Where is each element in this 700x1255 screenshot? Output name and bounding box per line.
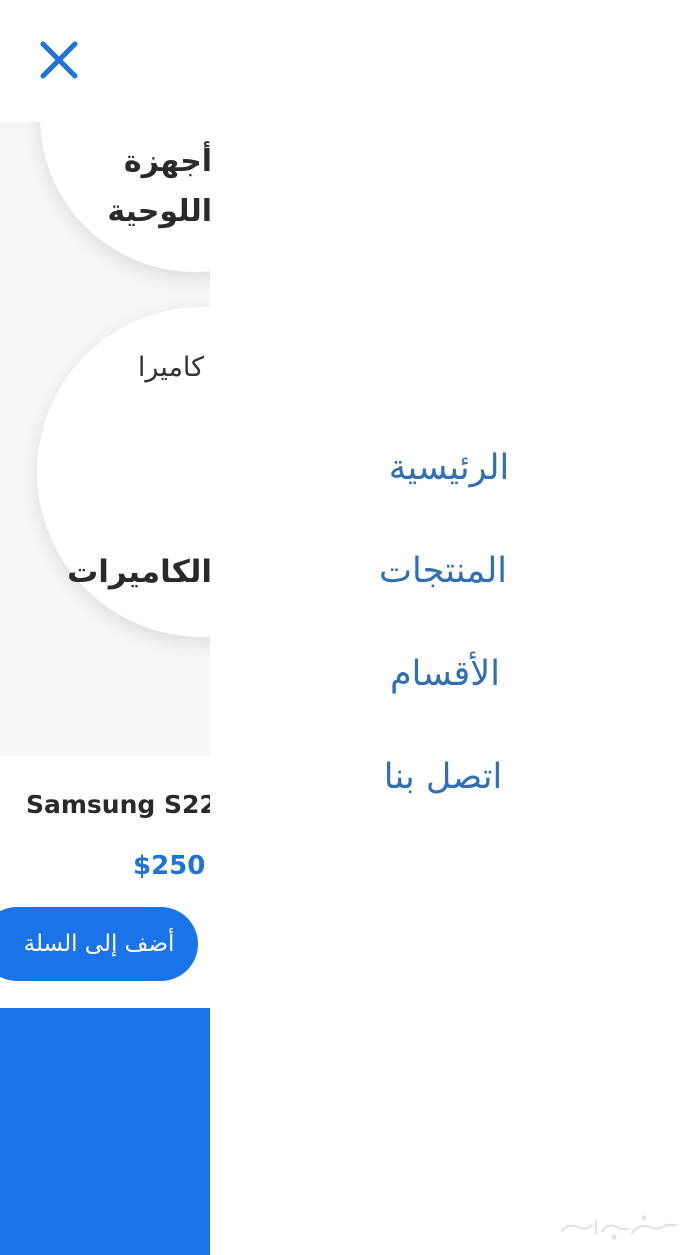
footer-banner [0,1008,210,1255]
category-title-line2: اللوحية [107,194,210,229]
side-menu: الرئيسية المنتجات الأقسام اتصل بنا [210,122,700,1255]
add-to-cart-label: أضف إلى السلة [23,931,175,957]
close-icon [40,41,78,79]
header [0,0,700,122]
category-subtitle: كاميرا [137,352,204,383]
categories-section: أجهزة اللوحية كاميرا الكاميرات [0,122,210,756]
menu-item-contact[interactable]: اتصل بنا [188,757,698,797]
menu-item-home[interactable]: الرئيسية [194,448,700,488]
watermark-logo-icon [560,1215,678,1240]
close-menu-button[interactable] [36,37,82,83]
add-to-cart-button[interactable]: أضف إلى السلة [0,907,198,981]
menu-item-categories[interactable]: الأقسام [190,654,700,694]
menu-item-products[interactable]: المنتجات [188,551,698,591]
haraj-watermark-logo [558,1213,682,1241]
page-content-behind-menu: أجهزة اللوحية كاميرا الكاميرات Samsung S… [0,122,210,1255]
product-name: Samsung S22 [26,790,210,819]
product-price: $250 [133,851,206,881]
category-title-line1: أجهزة [123,144,210,179]
